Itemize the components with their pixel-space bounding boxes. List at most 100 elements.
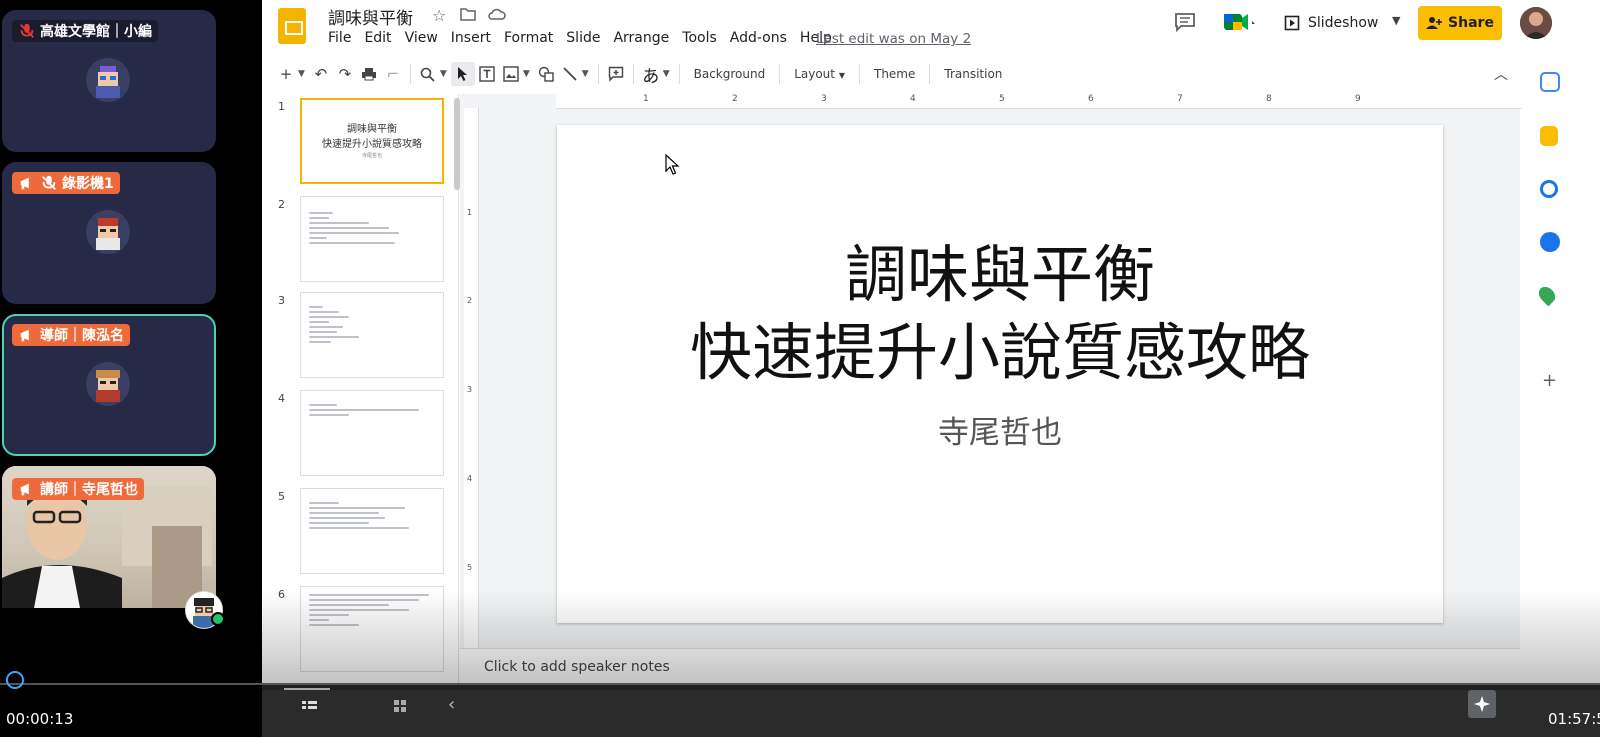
line-icon[interactable] [558, 62, 582, 86]
share-button[interactable]: Share [1418, 6, 1502, 40]
participant-tile[interactable]: 錄影機1 [2, 162, 216, 304]
slides-window: 調味與平衡 ☆ File Edit View Insert Format Sli… [262, 0, 1600, 737]
add-comment-icon[interactable] [604, 62, 628, 86]
pixel-avatar-icon [86, 210, 130, 254]
paint-format-icon[interactable]: ⌐ [381, 62, 405, 86]
current-time: 00:00:13 [6, 710, 74, 728]
move-folder-icon[interactable] [460, 6, 476, 25]
thumbnail-number: 4 [278, 392, 285, 405]
video-progress-knob[interactable] [6, 671, 24, 689]
thumbnail-number: 1 [278, 100, 285, 113]
filmstrip-view-icon[interactable] [298, 696, 320, 716]
theme-button[interactable]: Theme [865, 67, 924, 81]
slide-filmstrip: 1 調味與平衡 快速提升小說質感攻略 寺尾哲也 2 3 4 5 6 [262, 94, 459, 684]
transition-button[interactable]: Transition [935, 67, 1011, 81]
slide-title[interactable]: 調味與平衡 [557, 237, 1443, 313]
explore-icon[interactable] [1468, 690, 1496, 718]
maps-icon[interactable] [1535, 283, 1559, 307]
account-avatar[interactable] [1520, 7, 1552, 39]
participant-video-tile[interactable]: 講師｜寺尾哲也 [2, 466, 216, 608]
participant-tile-active[interactable]: 導師｜陳泓名 [2, 314, 216, 456]
ruler-label: 7 [1177, 94, 1183, 104]
participant-name: 講師｜寺尾哲也 [40, 482, 138, 498]
slide-thumbnail[interactable] [300, 292, 444, 378]
vertical-ruler[interactable]: 1 2 3 4 5 [464, 108, 479, 678]
menu-insert[interactable]: Insert [451, 30, 498, 46]
input-tools-dropdown-icon[interactable]: ▼ [663, 69, 670, 79]
chevron-left-icon[interactable]: ‹ [448, 694, 455, 715]
mouse-cursor-icon [665, 154, 680, 175]
slide-title[interactable]: 快速提升小說質感攻略 [557, 315, 1443, 391]
contacts-icon[interactable] [1540, 232, 1560, 252]
menu-tools[interactable]: Tools [682, 30, 724, 46]
add-addon-icon[interactable]: + [1542, 370, 1557, 391]
keep-icon[interactable] [1540, 126, 1558, 146]
input-tools-button[interactable]: あ [639, 62, 663, 87]
menu-edit[interactable]: Edit [364, 30, 398, 46]
slideshow-label: Slideshow [1308, 15, 1379, 31]
last-edit-link[interactable]: Last edit was on May 2 [816, 31, 971, 47]
grid-view-icon[interactable] [390, 696, 412, 716]
toolbar-divider [779, 64, 781, 84]
participant-label: 高雄文學館｜小編 [12, 20, 158, 42]
thumbnail-subtitle: 寺尾哲也 [361, 153, 382, 159]
ruler-label: 9 [1355, 94, 1361, 104]
ruler-label: 8 [1266, 94, 1272, 104]
slide-thumbnail[interactable] [300, 488, 444, 574]
pixel-avatar-icon [86, 58, 130, 102]
image-dropdown-icon[interactable]: ▼ [523, 69, 530, 79]
new-slide-icon[interactable]: + [274, 62, 298, 86]
menu-view[interactable]: View [405, 30, 445, 46]
cloud-status-icon[interactable] [488, 6, 506, 25]
ruler-label: 2 [732, 94, 738, 104]
undo-icon[interactable]: ↶ [309, 62, 333, 86]
mic-muted-icon [42, 175, 56, 190]
slideshow-dropdown-icon[interactable]: ▼ [1392, 14, 1400, 27]
slide-thumbnail[interactable] [300, 196, 444, 282]
document-title[interactable]: 調味與平衡 [328, 4, 413, 29]
avatar [86, 210, 130, 254]
video-progress-bar[interactable] [0, 683, 1600, 685]
share-label: Share [1448, 15, 1494, 31]
layout-button[interactable]: Layout ▼ [785, 67, 854, 81]
comment-history-icon[interactable] [1174, 12, 1196, 33]
toolbar-divider [858, 64, 860, 84]
menu-file[interactable]: File [328, 30, 358, 46]
thumbnail-number: 6 [278, 588, 285, 601]
menu-arrange[interactable]: Arrange [613, 30, 676, 46]
person-add-icon [1426, 17, 1443, 29]
slide-thumbnail[interactable] [300, 390, 444, 476]
menu-format[interactable]: Format [504, 30, 560, 46]
chevron-up-icon[interactable]: ︿ [1494, 64, 1508, 84]
new-slide-dropdown-icon[interactable]: ▼ [298, 69, 305, 79]
star-icon[interactable]: ☆ [432, 6, 446, 25]
calendar-icon[interactable] [1540, 72, 1560, 92]
menu-addons[interactable]: Add-ons [730, 30, 794, 46]
meet-icon[interactable] [1222, 10, 1258, 34]
background-button[interactable]: Background [685, 67, 775, 81]
text-box-icon[interactable] [475, 62, 499, 86]
current-slide[interactable]: 調味與平衡 快速提升小說質感攻略 寺尾哲也 [557, 125, 1443, 623]
select-cursor-icon[interactable] [450, 62, 475, 86]
slides-logo-icon[interactable] [278, 8, 306, 44]
zoom-icon[interactable] [416, 62, 440, 86]
speaker-notes[interactable]: Click to add speaker notes [460, 648, 1520, 685]
redo-icon[interactable]: ↷ [333, 62, 357, 86]
menu-slide[interactable]: Slide [566, 30, 607, 46]
tasks-icon[interactable] [1540, 180, 1558, 198]
line-dropdown-icon[interactable]: ▼ [582, 69, 589, 79]
participant-tile[interactable]: 高雄文學館｜小編 [2, 10, 216, 152]
slide-thumbnail[interactable] [300, 586, 444, 672]
avatar [86, 362, 130, 406]
menu-bar: File Edit View Insert Format Slide Arran… [328, 30, 845, 46]
image-icon[interactable] [499, 62, 523, 86]
print-icon[interactable] [357, 62, 381, 86]
slide-subtitle[interactable]: 寺尾哲也 [557, 407, 1443, 452]
slide-thumbnail-selected[interactable]: 調味與平衡 快速提升小說質感攻略 寺尾哲也 [300, 98, 444, 184]
participant-panel: 高雄文學館｜小編 錄影機1 導師｜陳泓名 講師｜寺尾哲也 [0, 0, 262, 737]
slideshow-button[interactable]: Slideshow [1280, 8, 1382, 38]
zoom-dropdown-icon[interactable]: ▼ [440, 69, 447, 79]
ruler-label: 1 [467, 208, 473, 217]
horizontal-ruler[interactable]: 1 2 3 4 5 6 7 8 9 [556, 94, 1522, 109]
shape-icon[interactable] [534, 62, 558, 86]
